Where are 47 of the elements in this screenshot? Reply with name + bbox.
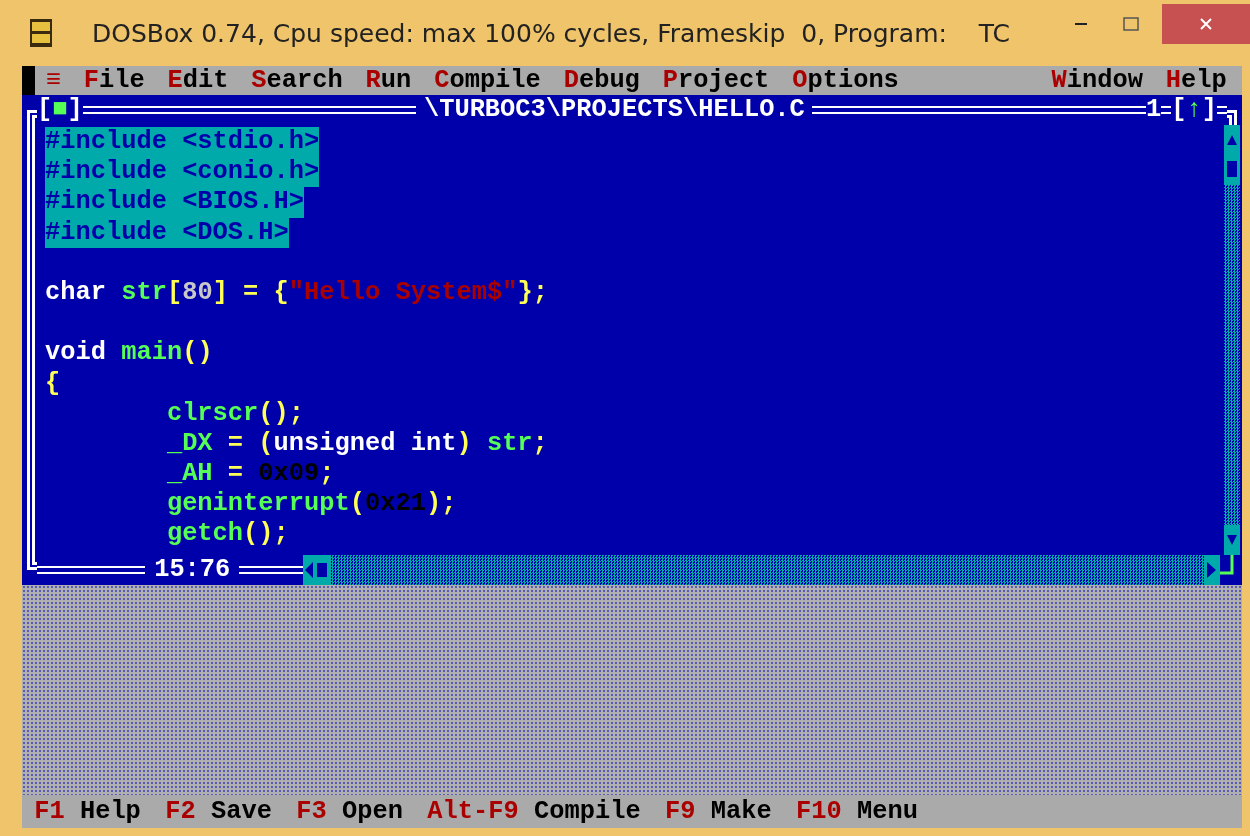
frame-line [1217,106,1227,114]
frame-line [239,566,304,574]
vertical-scrollbar[interactable] [1224,125,1240,555]
cursor-block [22,66,35,95]
menu-item[interactable]: Help [1158,66,1235,95]
code-line: _AH = 0x09; [165,459,335,490]
cursor-position: 15:76 [153,555,232,585]
code-line: _DX = (unsigned int) str; [165,428,548,460]
scroll-up-icon[interactable] [1224,125,1240,155]
menu-item[interactable]: Options [784,66,907,95]
code-line: { [45,368,61,399]
dosbox-logo-icon [30,19,52,47]
frame-line [1161,106,1172,114]
frame-corner [27,555,37,570]
menu-item[interactable]: Search [243,66,351,95]
menu-item[interactable]: Compile [426,66,549,95]
shortcut-hint[interactable]: Alt-F9 Compile [427,795,641,828]
code-area[interactable]: #include <stdio.h> #include <conio.h> #include <BIOS.H> #include <DOS.H> char str[80] = {"Hello System$"}; void main() { clrscr(); _DX = (unsigned int) str; _AH = 0x09; geninterrupt(0x21); getch(); [45,125,1224,555]
code-line: char str[80] = {"Hello System$"}; [45,277,548,309]
code-line: getch(); [165,519,289,550]
menu-item[interactable]: File [76,66,153,95]
code-line: geninterrupt(0x21); [165,489,457,520]
zoom-box[interactable]: [↑] [1171,95,1217,125]
menu-item[interactable]: Project [655,66,777,95]
scroll-thumb-icon[interactable] [1224,155,1240,185]
menu-item[interactable]: Debug [556,66,648,95]
frame-corner [27,110,37,125]
close-icon [1199,17,1213,31]
shortcut-hint[interactable]: F3 Open [296,795,403,828]
code-line: void main() [45,338,213,369]
file-path-title: \TURBOC3\PROJECTS\HELLO.C [422,95,806,125]
shortcut-hint[interactable]: F2 Save [165,795,272,828]
menu-item[interactable]: Window [1043,66,1151,95]
window-title: DOSBox 0.74, Cpu speed: max 100% cycles, Frameskip 0, Program: TC [92,18,1011,48]
code-line: clrscr(); [165,398,305,429]
shortcut-hint[interactable]: F9 Make [665,795,772,828]
shortcut-hint[interactable]: F10 Menu [796,795,918,828]
scroll-down-icon[interactable] [1224,525,1240,555]
menu-item[interactable]: Edit [159,66,237,95]
close-box[interactable]: [■] [37,95,83,125]
menu-item[interactable]: Run [358,66,419,95]
maximize-icon [1123,17,1139,31]
shortcut-hint[interactable]: F1 Help [34,795,141,828]
window-number: 1 [1146,95,1162,125]
scroll-left-icon[interactable] [303,555,332,585]
horizontal-scrollbar[interactable] [303,555,1220,585]
scroll-right-icon[interactable] [1204,555,1220,585]
